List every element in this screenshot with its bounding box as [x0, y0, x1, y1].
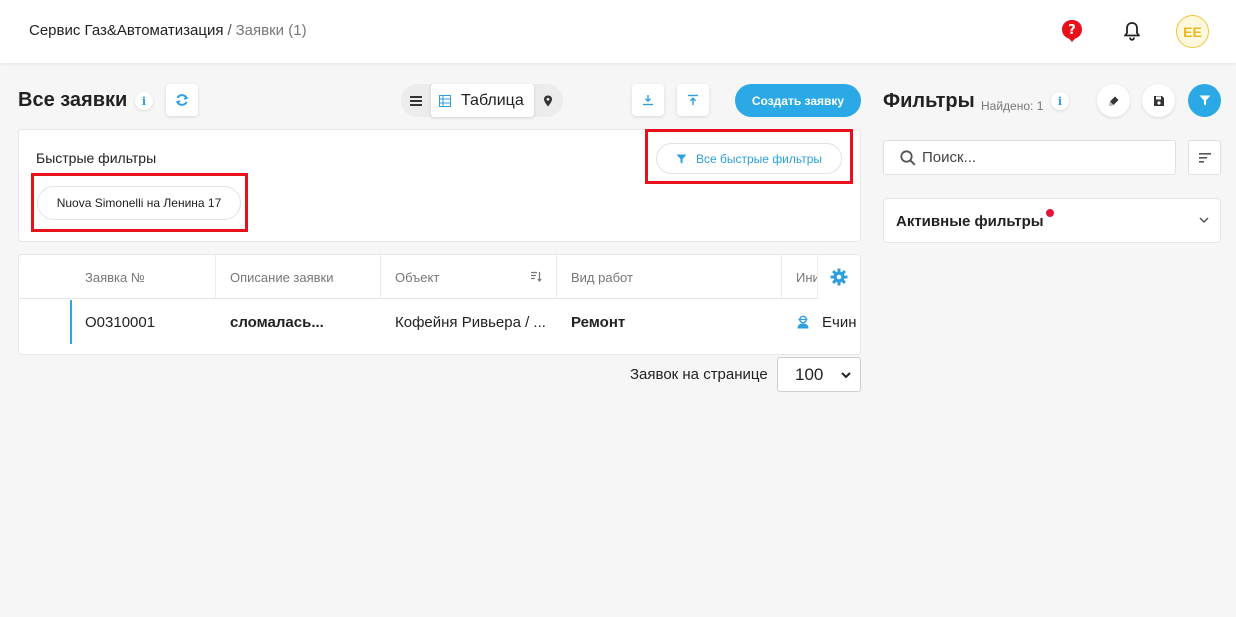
highlight-box-chip [31, 173, 248, 232]
refresh-icon [175, 94, 189, 106]
toggle-filters-button[interactable] [1188, 84, 1221, 117]
cell-work-type: Ремонт [571, 313, 626, 331]
active-filters-section[interactable]: Активные фильтры [883, 198, 1221, 243]
breadcrumb-separator: / [227, 22, 232, 39]
page-title: Все заявки [18, 89, 128, 111]
table-view-label: Таблица [461, 91, 524, 109]
found-count: Найдено: 1 [981, 99, 1044, 113]
filter-sort-button[interactable] [1188, 140, 1221, 175]
filter-search-input[interactable] [922, 149, 1162, 166]
table-row[interactable]: O0310001 сломалась... Кофейня Ривьера / … [19, 300, 860, 344]
search-icon [900, 149, 916, 166]
refresh-button[interactable] [166, 84, 198, 116]
filters-title: Фильтры [883, 90, 975, 112]
chevron-down-icon[interactable] [1198, 214, 1210, 226]
cell-description: сломалась... [230, 313, 324, 331]
sort-icon[interactable] [531, 271, 542, 282]
download-icon [643, 95, 653, 106]
svg-text:?: ? [1068, 23, 1076, 38]
table-header: Заявка № Описание заявки Объект Вид рабо… [19, 255, 860, 299]
help-icon[interactable]: ? [1057, 16, 1087, 46]
cell-initiator-name: Ечин [822, 313, 857, 331]
import-button[interactable] [677, 84, 709, 116]
list-view-button[interactable] [402, 84, 430, 117]
breadcrumb-app-name[interactable]: Сервис Газ&Автоматизация [29, 22, 223, 39]
row-select-header [19, 255, 71, 299]
table-settings-button[interactable] [817, 255, 860, 299]
view-switcher: Таблица [401, 84, 563, 117]
eraser-icon [1108, 96, 1118, 106]
requests-table: Заявка № Описание заявки Объект Вид рабо… [18, 254, 861, 355]
cell-initiator: Ечин [782, 300, 860, 344]
breadcrumb: Сервис Газ&Автоматизация / Заявки (1) [29, 22, 307, 39]
cell-object: Кофейня Ривьера / ... [395, 313, 546, 331]
active-filters-label: Активные фильтры [896, 213, 1044, 230]
page-size-select[interactable]: 100 [777, 357, 861, 392]
sort-icon [1198, 152, 1211, 163]
column-header-description[interactable]: Описание заявки [216, 255, 381, 299]
clear-filters-button[interactable] [1097, 84, 1130, 117]
quick-filters-title: Быстрые фильтры [36, 150, 157, 166]
column-header-object[interactable]: Объект [381, 255, 557, 299]
info-icon[interactable]: i [135, 92, 153, 110]
list-icon [410, 95, 422, 106]
map-view-button[interactable] [534, 84, 562, 117]
map-pin-icon [544, 95, 552, 106]
page-size-label: Заявок на странице [630, 366, 768, 383]
filters-info-icon[interactable]: i [1051, 92, 1069, 110]
export-button[interactable] [632, 84, 664, 116]
breadcrumb-current: Заявки (1) [235, 22, 307, 39]
active-filters-indicator [1046, 209, 1054, 217]
table-icon [439, 94, 451, 107]
bell-icon[interactable] [1117, 16, 1147, 46]
table-view-button[interactable]: Таблица [431, 84, 534, 117]
column-header-number[interactable]: Заявка № [71, 255, 216, 299]
column-header-object-label: Объект [395, 269, 440, 285]
filter-icon [1199, 95, 1210, 106]
gear-icon [830, 268, 848, 286]
save-icon [1153, 95, 1164, 106]
top-bar: Сервис Газ&Автоматизация / Заявки (1) ? EE [0, 0, 1236, 63]
save-filters-button[interactable] [1142, 84, 1175, 117]
cell-number: O0310001 [85, 313, 156, 331]
create-request-button[interactable]: Создать заявку [735, 84, 861, 117]
filter-search-box [883, 140, 1176, 175]
column-header-work-type[interactable]: Вид работ [557, 255, 782, 299]
user-icon [797, 315, 809, 329]
chevron-down-icon [841, 372, 851, 379]
highlight-box-all-filters [645, 129, 853, 184]
upload-icon [688, 94, 698, 105]
avatar[interactable]: EE [1176, 15, 1209, 48]
page-size-value: 100 [795, 364, 824, 384]
